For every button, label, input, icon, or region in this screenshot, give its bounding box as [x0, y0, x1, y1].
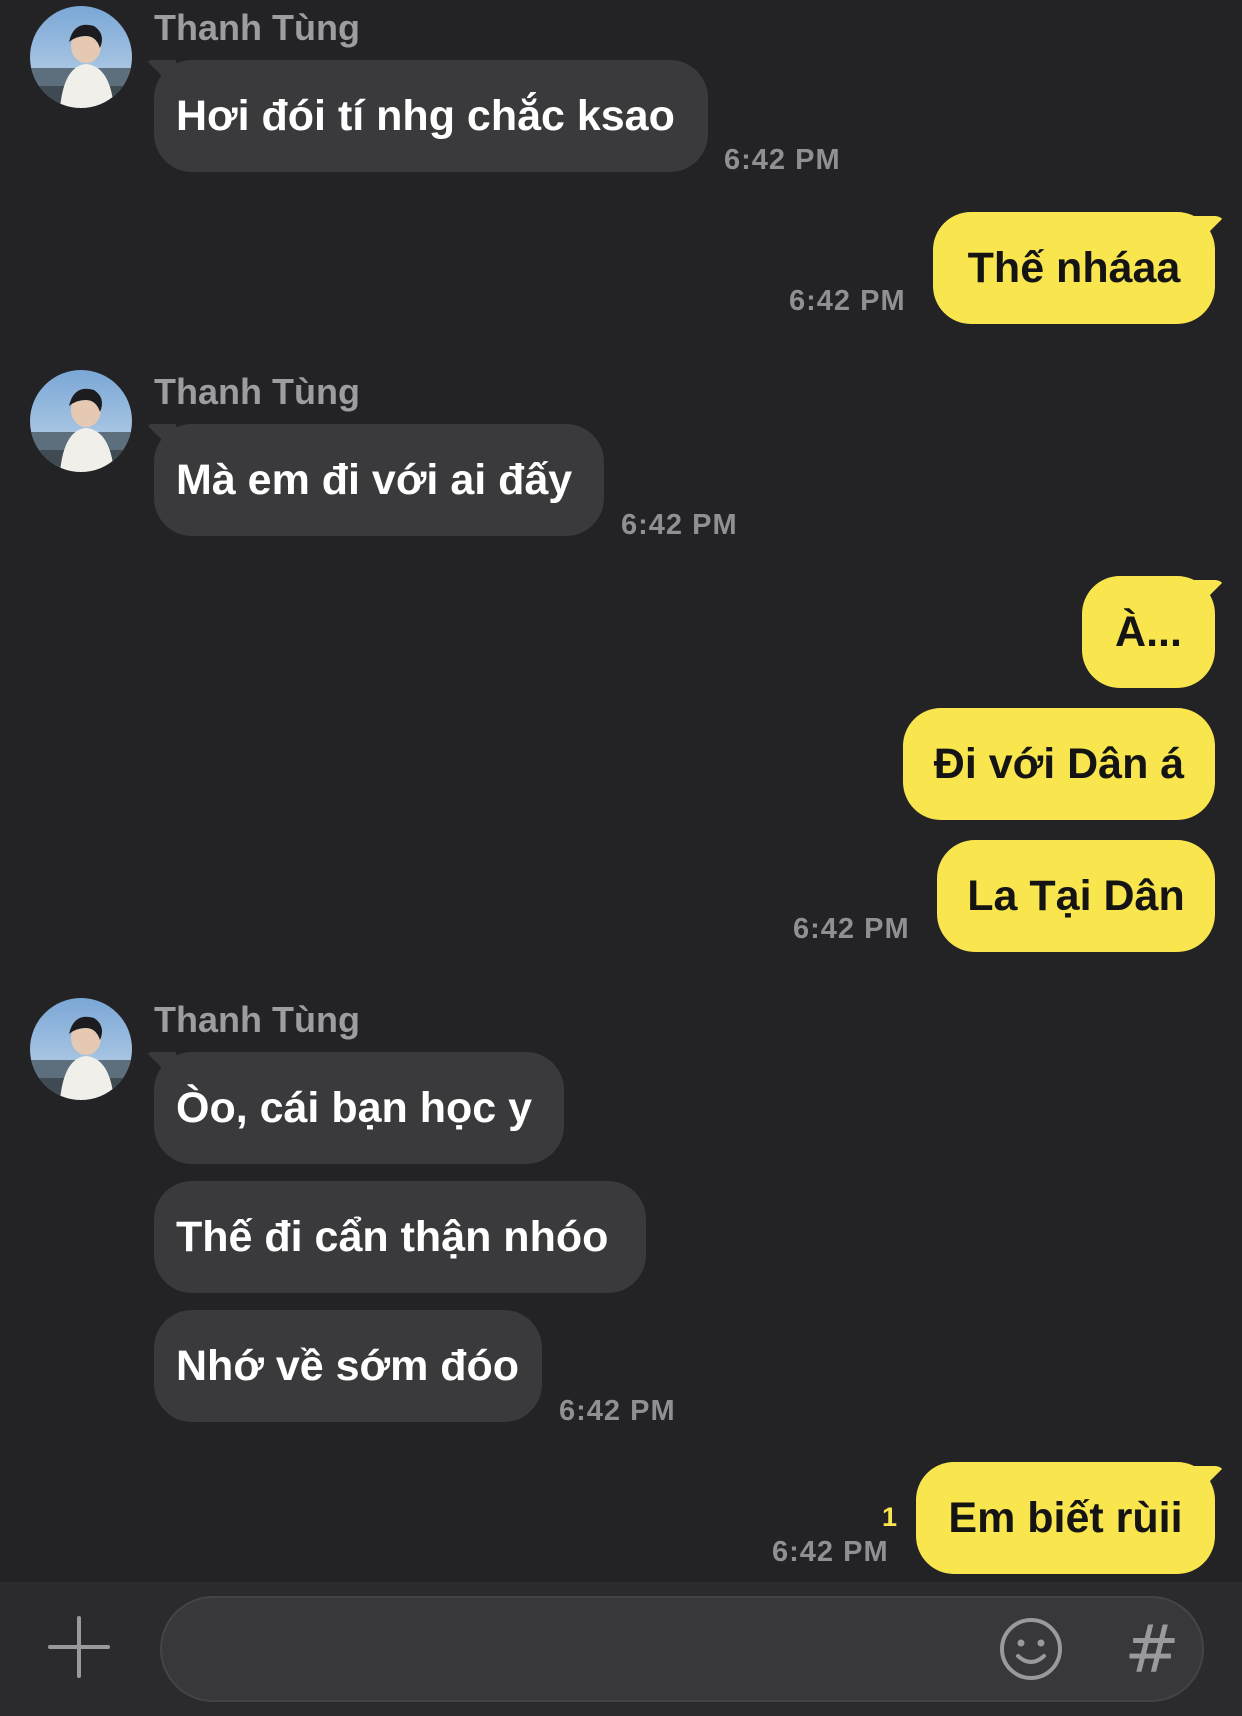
message-text: À... [1115, 608, 1182, 656]
message-timestamp: 6:42 PM [772, 1536, 889, 1568]
chat-thread[interactable]: Thanh Tùng Hơi đói tí nhg chắc ksao 6:42… [0, 0, 1242, 1582]
sender-name: Thanh Tùng [154, 7, 360, 48]
emoji-icon[interactable] [998, 1616, 1064, 1682]
message-bubble-outgoing[interactable]: À... [1082, 576, 1215, 688]
message-input[interactable] [192, 1598, 996, 1702]
plus-icon[interactable] [44, 1612, 114, 1682]
hash-icon[interactable]: # [1122, 1608, 1182, 1692]
message-bubble-incoming[interactable]: Thế đi cẩn thận nhóo [154, 1181, 646, 1293]
message-text: Nhớ về sớm đóo [176, 1342, 520, 1390]
message-text: Òo, cái bạn học y [176, 1084, 533, 1132]
message-text: La Tại Dân [967, 872, 1185, 920]
message-text: Đi với Dân á [933, 740, 1185, 788]
message-timestamp: 6:42 PM [724, 144, 841, 176]
message-bubble-incoming[interactable]: Hơi đói tí nhg chắc ksao [154, 60, 708, 172]
message-composer: # [0, 1582, 1242, 1716]
message-bubble-outgoing[interactable]: Đi với Dân á [903, 708, 1215, 820]
message-timestamp: 6:42 PM [793, 913, 910, 945]
message-text: Mà em đi với ai đấy [176, 456, 573, 504]
message-text: Em biết rùii [948, 1494, 1183, 1542]
message-timestamp: 6:42 PM [559, 1395, 676, 1427]
message-bubble-outgoing[interactable]: Thế nháaa [933, 212, 1215, 324]
avatar[interactable] [30, 6, 132, 108]
message-timestamp: 6:42 PM [789, 285, 906, 317]
message-text: Hơi đói tí nhg chắc ksao [176, 92, 675, 140]
message-bubble-incoming[interactable]: Nhớ về sớm đóo [154, 1310, 542, 1422]
avatar[interactable] [30, 998, 132, 1100]
message-input-container[interactable]: # [160, 1596, 1204, 1702]
message-text: Thế nháaa [967, 244, 1181, 292]
avatar[interactable] [30, 370, 132, 472]
sender-name: Thanh Tùng [154, 371, 360, 412]
message-timestamp: 6:42 PM [621, 509, 738, 541]
message-bubble-outgoing[interactable]: Em biết rùii [916, 1462, 1215, 1574]
message-bubble-outgoing[interactable]: La Tại Dân [937, 840, 1215, 952]
message-bubble-incoming[interactable]: Òo, cái bạn học y [154, 1052, 564, 1164]
message-text: Thế đi cẩn thận nhóo [176, 1213, 609, 1261]
unread-count-badge: 1 [882, 1502, 898, 1532]
message-bubble-incoming[interactable]: Mà em đi với ai đấy [154, 424, 604, 536]
sender-name: Thanh Tùng [154, 999, 360, 1040]
